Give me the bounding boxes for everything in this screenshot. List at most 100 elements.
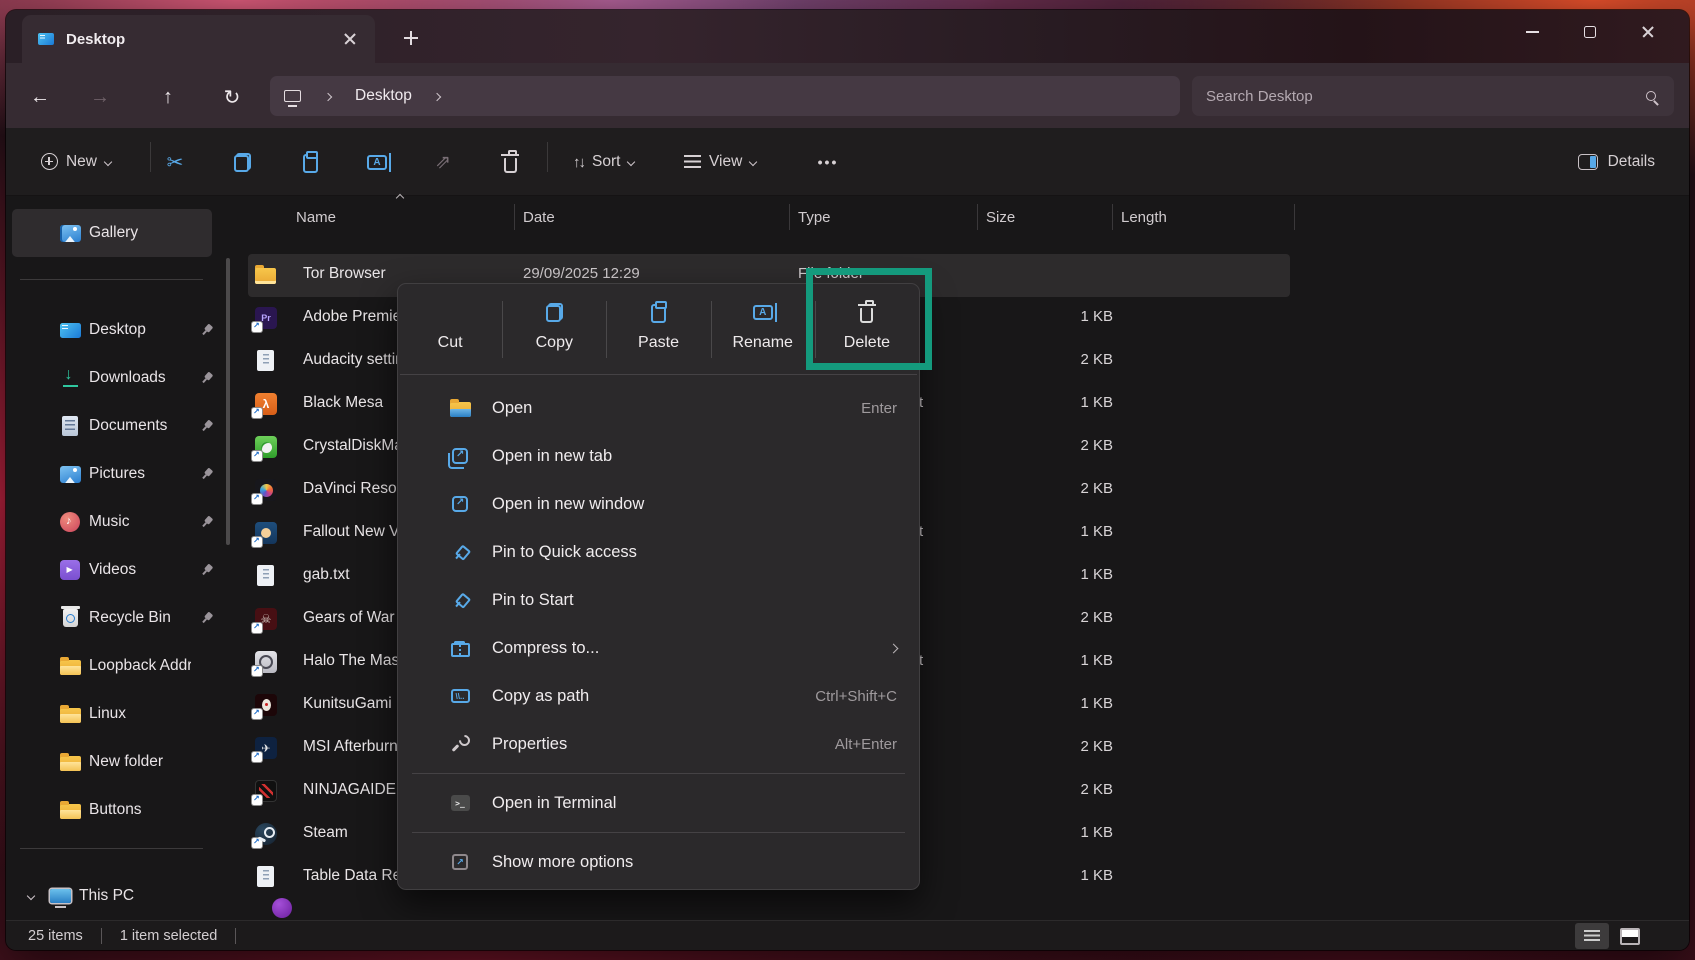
forward-button[interactable]: → xyxy=(83,81,117,113)
sidebar-item-label: Loopback Addre xyxy=(89,657,191,675)
this-pc-icon xyxy=(48,884,72,908)
paste-button[interactable] xyxy=(288,142,332,182)
context-action-button[interactable]: Rename xyxy=(711,284,815,374)
menu-item-icon xyxy=(448,396,472,420)
column-header-type[interactable]: Type xyxy=(790,204,978,230)
minimize-button[interactable] xyxy=(1503,10,1561,54)
context-menu-item[interactable]: Pin to Start xyxy=(398,576,919,624)
context-menu-item[interactable] xyxy=(412,773,905,774)
delete-button[interactable] xyxy=(488,142,532,182)
tab-bar: Desktop xyxy=(6,10,1689,63)
file-icon xyxy=(255,737,277,759)
sidebar-item-icon xyxy=(58,750,82,774)
column-headers: Name Date Type Size Length xyxy=(248,196,1295,238)
search-input[interactable] xyxy=(1206,88,1646,105)
context-action-label: Paste xyxy=(638,334,679,352)
search-box[interactable] xyxy=(1192,76,1674,116)
tab-desktop[interactable]: Desktop xyxy=(22,15,375,63)
sidebar-item[interactable]: Videos xyxy=(12,546,226,594)
file-size: 2 KB xyxy=(1008,781,1113,798)
details-pane-button[interactable]: Details xyxy=(1578,142,1655,182)
context-action-button[interactable]: Cut xyxy=(398,284,502,374)
sidebar-item-gallery[interactable]: Gallery xyxy=(12,209,212,257)
breadcrumb-desktop[interactable]: Desktop xyxy=(355,87,412,105)
file-name: MSI Afterburne xyxy=(303,738,406,756)
close-window-button[interactable] xyxy=(1619,10,1677,54)
view-button[interactable]: View xyxy=(684,142,756,182)
chevron-down-icon xyxy=(104,157,112,165)
column-header-length[interactable]: Length xyxy=(1113,204,1295,230)
refresh-button[interactable]: ↻ xyxy=(215,81,249,113)
context-menu-item[interactable]: Open in new window xyxy=(398,480,919,528)
sidebar-item[interactable]: Linux xyxy=(12,690,226,738)
sort-button[interactable]: ↑↓ Sort xyxy=(573,142,634,182)
sidebar-item-label: Downloads xyxy=(89,369,166,387)
menu-item-label: Open xyxy=(492,399,532,418)
status-bar: 25 items 1 item selected xyxy=(6,920,1689,950)
rename-button[interactable] xyxy=(355,142,399,182)
details-view-toggle[interactable] xyxy=(1575,923,1609,949)
maximize-button[interactable] xyxy=(1561,10,1619,54)
up-button[interactable]: ↑ xyxy=(151,81,185,113)
menu-item-label: Copy as path xyxy=(492,687,589,706)
sidebar-item[interactable]: Desktop xyxy=(12,306,226,354)
new-button[interactable]: New xyxy=(30,142,122,182)
tab-close-button[interactable] xyxy=(337,26,363,52)
back-button[interactable]: ← xyxy=(23,81,57,113)
menu-item-icon xyxy=(448,540,472,564)
file-icon xyxy=(255,780,277,802)
sidebar-item[interactable]: Loopback Addre xyxy=(12,642,226,690)
sidebar-item[interactable]: Documents xyxy=(12,402,226,450)
context-action-button[interactable]: Copy xyxy=(502,284,606,374)
context-menu-item[interactable] xyxy=(412,832,905,833)
sidebar-item[interactable]: New folder xyxy=(12,738,226,786)
sidebar-item[interactable]: Music xyxy=(12,498,226,546)
sidebar-item-label: This PC xyxy=(79,887,134,905)
file-name: gab.txt xyxy=(303,566,350,584)
context-action-button[interactable]: Paste xyxy=(606,284,710,374)
close-icon xyxy=(1642,26,1654,38)
column-header-size[interactable]: Size xyxy=(978,204,1113,230)
context-menu-item[interactable]: Open in Terminal xyxy=(398,779,919,827)
pin-icon xyxy=(199,514,216,531)
file-size: 1 KB xyxy=(1008,394,1113,411)
sidebar-scrollbar[interactable] xyxy=(226,258,230,545)
file-icon xyxy=(255,608,277,630)
more-options-button[interactable]: ••• xyxy=(806,142,850,182)
breadcrumb[interactable]: Desktop xyxy=(270,76,1180,116)
maximize-icon xyxy=(1584,26,1596,38)
context-menu-item[interactable]: Copy as path Ctrl+Shift+C xyxy=(398,672,919,720)
column-header-name[interactable]: Name xyxy=(248,204,515,230)
file-icon xyxy=(255,393,277,415)
view-toggle-group xyxy=(1575,923,1645,949)
sidebar-item[interactable]: Downloads xyxy=(12,354,226,402)
plus-circle-icon xyxy=(41,153,58,170)
context-menu-item[interactable]: Show more options xyxy=(398,838,919,886)
column-header-date[interactable]: Date xyxy=(515,204,790,230)
sidebar-item[interactable]: Recycle Bin xyxy=(12,594,226,642)
share-button[interactable]: ⇗ xyxy=(421,142,465,182)
copy-button[interactable] xyxy=(220,142,264,182)
context-menu-item[interactable]: Open Enter xyxy=(398,384,919,432)
file-date: 29/09/2025 12:29 xyxy=(523,265,640,282)
pin-icon xyxy=(199,322,216,339)
context-menu-item[interactable]: Compress to... xyxy=(398,624,919,672)
sidebar-item[interactable]: Buttons xyxy=(12,786,226,834)
cut-button[interactable]: ✂ xyxy=(153,142,197,182)
file-size: 2 KB xyxy=(1008,738,1113,755)
sidebar-item-this-pc[interactable]: This PC xyxy=(12,872,226,920)
context-menu-item[interactable]: Properties Alt+Enter xyxy=(398,720,919,768)
context-menu-item[interactable]: Open in new tab xyxy=(398,432,919,480)
shortcut-overlay-icon xyxy=(252,666,262,676)
minimize-icon xyxy=(1526,31,1539,33)
sidebar-item-icon xyxy=(58,798,82,822)
file-size: 1 KB xyxy=(1008,566,1113,583)
search-icon xyxy=(1646,91,1656,101)
thumbnail-view-toggle[interactable] xyxy=(1615,923,1645,949)
context-menu: Cut Copy Paste Rename xyxy=(397,283,920,890)
sidebar-item[interactable]: Pictures xyxy=(12,450,226,498)
context-action-icon xyxy=(651,297,666,327)
sidebar-item-label: Documents xyxy=(89,417,167,435)
context-menu-item[interactable]: Pin to Quick access xyxy=(398,528,919,576)
new-tab-button[interactable] xyxy=(396,24,426,52)
